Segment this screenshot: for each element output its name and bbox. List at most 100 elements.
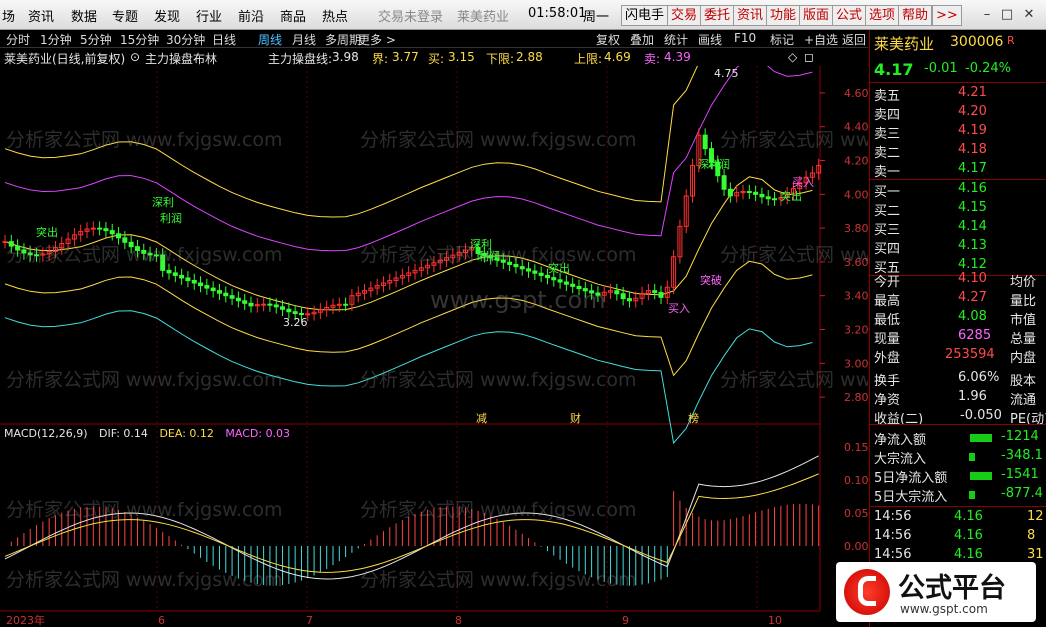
stat-value: 253594 [945,347,995,362]
y-tick-label: 3.20 [844,324,868,337]
candle-body [658,292,664,298]
period-tab[interactable]: 5分钟 [80,31,112,48]
menu-item[interactable]: 前沿 [238,6,264,25]
flow-label: 5日大宗流入 [874,490,948,505]
more-button[interactable]: >> [932,5,962,26]
tool-button[interactable]: 标记 [770,31,794,48]
period-toolbar: 分时 1分钟 5分钟 15分钟 30分钟 日线 周线 月线 多周期 更多 > 复… [0,30,868,48]
bid-label: 买四 [874,242,901,257]
stat-value: -0.050 [960,408,1002,423]
tick-time: 14:56 [874,547,912,562]
top-menubar: 场 资讯 数据 专题 发现 行业 前沿 商品 热点 交易未登录 莱美药业 01:… [0,0,1046,30]
low-annotation: 3.26 [283,316,308,329]
macd-title: MACD(12,26,9) [4,427,88,440]
candle-body [172,272,178,276]
candle-body [727,188,733,197]
signal-label: 买入 [668,302,690,315]
stock-name: 莱美药业 [874,35,935,53]
period-tab[interactable]: 多周期 [325,31,361,48]
layout-button[interactable]: 版面 [799,5,834,26]
tool-button[interactable]: 叠加 [630,31,654,48]
tick-volume: 8 [1027,528,1036,543]
close-icon[interactable]: ✕ [1020,6,1038,24]
candle-body [759,193,765,198]
stock-code: 300006 [950,34,1004,50]
stat-value: 6285 [958,328,992,343]
signal-label: 深利 [152,196,174,209]
period-tab-selected[interactable]: 周线 [258,31,282,48]
menu-item[interactable]: 热点 [322,6,348,25]
candle-body [273,304,279,308]
line-label: 主力操盘线: [268,52,333,66]
jie-label: 界: [372,52,389,66]
flow-label: 5日净流入额 [874,471,948,486]
menu-item[interactable]: 数据 [71,6,97,25]
period-tab[interactable]: 1分钟 [40,31,72,48]
period-tab[interactable]: 30分钟 [166,31,205,48]
tool-button[interactable]: 复权 [596,31,620,48]
period-tab[interactable]: 更多 > [358,31,396,48]
stat-value: 1.96 [958,389,987,404]
tool-button[interactable]: 画线 [698,31,722,48]
bid-price: 4.13 [958,238,987,253]
window-title: 莱美药业 [457,10,510,25]
help-button[interactable]: 帮助 [898,5,933,26]
tick-time: 14:56 [874,509,912,524]
candle-body [298,313,304,316]
maximize-icon[interactable]: □ [998,6,1016,24]
flash-trade-button[interactable]: 闪电手 [621,5,669,26]
lower-label: 下限: [486,52,515,66]
stat-value: 6.06% [958,370,1000,385]
tool-button[interactable]: F10 [734,31,756,45]
candle-body [103,228,109,232]
period-tab[interactable]: 15分钟 [120,31,159,48]
menu-item[interactable]: 发现 [154,6,180,25]
menu-item[interactable]: 行业 [196,6,222,25]
clock: 01:58:01 [528,6,587,21]
bid-price: 4.12 [958,257,987,272]
period-tab[interactable]: 日线 [212,31,236,48]
news-button[interactable]: 资讯 [733,5,768,26]
divider [870,179,1046,180]
menu-item[interactable]: 资讯 [28,6,54,25]
menu-item[interactable]: 商品 [280,6,306,25]
candle-body [721,175,727,190]
dropdown-icon[interactable]: ⊙ [130,50,140,64]
tool-button[interactable]: +自选 [804,31,838,48]
menu-item[interactable]: 专题 [112,6,138,25]
ask-label: 卖五 [874,89,901,104]
candle-body [210,287,216,292]
login-status[interactable]: 交易未登录 [378,6,443,25]
x-tick-label: 2023年 [6,613,45,627]
candle-body [538,272,544,276]
macd-tick-label: 0.00 [844,540,868,553]
minimize-icon[interactable]: – [978,6,996,24]
kline-chart[interactable]: 4.753.26 4.604.404.204.003.803.603.403.2… [0,66,868,627]
watermark-text: 分析家公式网 www.fxjgsw.com [360,129,637,151]
formula-button[interactable]: 公式 [832,5,867,26]
y-tick-label: 3.80 [844,222,868,235]
watermark-text: 分析家公式网 www.fxjgsw.com [6,129,283,151]
collapse-icon[interactable]: ◻ [804,50,814,64]
trade-button[interactable]: 交易 [667,5,702,26]
logo-url: www.gspt.com [900,602,988,616]
y-tick-label: 2.80 [844,391,868,404]
tool-button[interactable]: 统计 [664,31,688,48]
flow-bar [969,453,975,461]
tool-button[interactable]: 返回 [842,31,866,48]
watermark-text: 分析家公式网 www.fxjgsw.com [6,499,283,521]
indicator-name[interactable]: 主力操盘布林 [145,50,217,67]
order-button[interactable]: 委托 [700,5,735,26]
function-button[interactable]: 功能 [766,5,801,26]
period-tab[interactable]: 分时 [6,31,30,48]
price-axis: 4.604.404.204.003.803.603.403.203.002.80… [820,87,868,553]
period-tab[interactable]: 月线 [292,31,316,48]
stat-label: 今开 [874,275,901,290]
flow-bar [970,434,992,442]
menu-item[interactable]: 场 [2,6,15,25]
candle-body [702,134,708,150]
settings-icon[interactable]: ◇ [788,50,797,64]
brand-logo: 公式平台 www.gspt.com [836,562,1036,622]
logo-text: 公式平台 [898,573,1006,604]
options-button[interactable]: 选项 [865,5,900,26]
